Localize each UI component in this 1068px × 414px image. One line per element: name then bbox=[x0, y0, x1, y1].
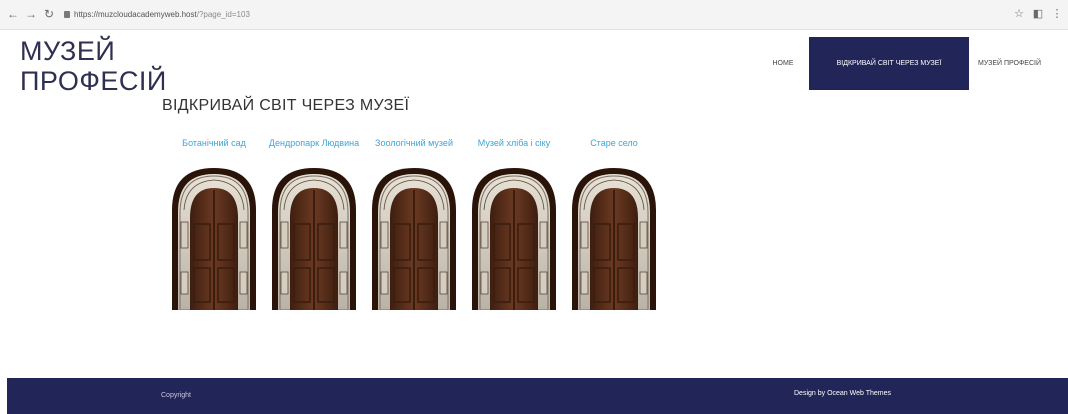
museum-link[interactable]: Дендропарк Людвина bbox=[266, 125, 362, 161]
museum-card-old-village[interactable]: Старе село bbox=[566, 125, 662, 310]
door-image[interactable] bbox=[170, 166, 258, 310]
browser-menu-icon[interactable]: ⋮ bbox=[1050, 7, 1064, 21]
address-bar[interactable]: https://muzcloudacademyweb.host/?page_id… bbox=[64, 7, 984, 23]
url-path: /?page_id=103 bbox=[196, 10, 250, 19]
site-title[interactable]: МУЗЕЙ ПРОФЕСІЙ bbox=[20, 36, 167, 96]
site-footer: Copyright Design by Ocean Web Themes bbox=[7, 378, 1068, 414]
museum-link[interactable]: Старе село bbox=[566, 125, 662, 161]
browser-toolbar: ← → ↻ https://muzcloudacademyweb.host/?p… bbox=[0, 0, 1068, 30]
door-image[interactable] bbox=[270, 166, 358, 310]
footer-design-credit[interactable]: Design by Ocean Web Themes bbox=[794, 389, 891, 399]
nav-item-museum-of-professions[interactable]: МУЗЕЙ ПРОФЕСІЙ bbox=[972, 37, 1068, 90]
door-image[interactable] bbox=[370, 166, 458, 310]
museum-card-dendropark[interactable]: Дендропарк Людвина bbox=[266, 125, 362, 310]
nav-item-discover-world[interactable]: ВІДКРИВАЙ СВІТ ЧЕРЕЗ МУЗЕЇ bbox=[809, 37, 969, 90]
extension-icon[interactable]: ◧ bbox=[1031, 7, 1045, 21]
nav-item-home[interactable]: HOME bbox=[760, 37, 806, 90]
page-heading: ВІДКРИВАЙ СВІТ ЧЕРЕЗ МУЗЕЇ bbox=[162, 97, 410, 114]
reload-icon[interactable]: ↻ bbox=[42, 7, 56, 21]
museum-card-bread-museum[interactable]: Музей хліба і сіку bbox=[466, 125, 562, 310]
museum-link[interactable]: Ботанічний сад bbox=[166, 125, 262, 161]
footer-copyright: Copyright bbox=[161, 392, 191, 399]
door-image[interactable] bbox=[470, 166, 558, 310]
site-title-line-1: МУЗЕЙ bbox=[20, 36, 116, 66]
star-icon[interactable]: ☆ bbox=[1012, 7, 1026, 21]
site-title-line-2: ПРОФЕСІЙ bbox=[20, 66, 167, 96]
lock-icon bbox=[64, 11, 70, 19]
main-nav: HOME ВІДКРИВАЙ СВІТ ЧЕРЕЗ МУЗЕЇ МУЗЕЙ ПР… bbox=[760, 37, 1068, 90]
back-icon[interactable]: ← bbox=[6, 7, 20, 21]
url-host: https://muzcloudacademyweb.host bbox=[74, 10, 197, 19]
museum-link[interactable]: Зоологічний музей bbox=[366, 125, 462, 161]
museum-card-zoological-museum[interactable]: Зоологічний музей bbox=[366, 125, 462, 310]
museum-card-botanical-garden[interactable]: Ботанічний сад bbox=[166, 125, 262, 310]
museum-link[interactable]: Музей хліба і сіку bbox=[466, 125, 562, 161]
forward-icon[interactable]: → bbox=[24, 7, 38, 21]
door-image[interactable] bbox=[570, 166, 658, 310]
